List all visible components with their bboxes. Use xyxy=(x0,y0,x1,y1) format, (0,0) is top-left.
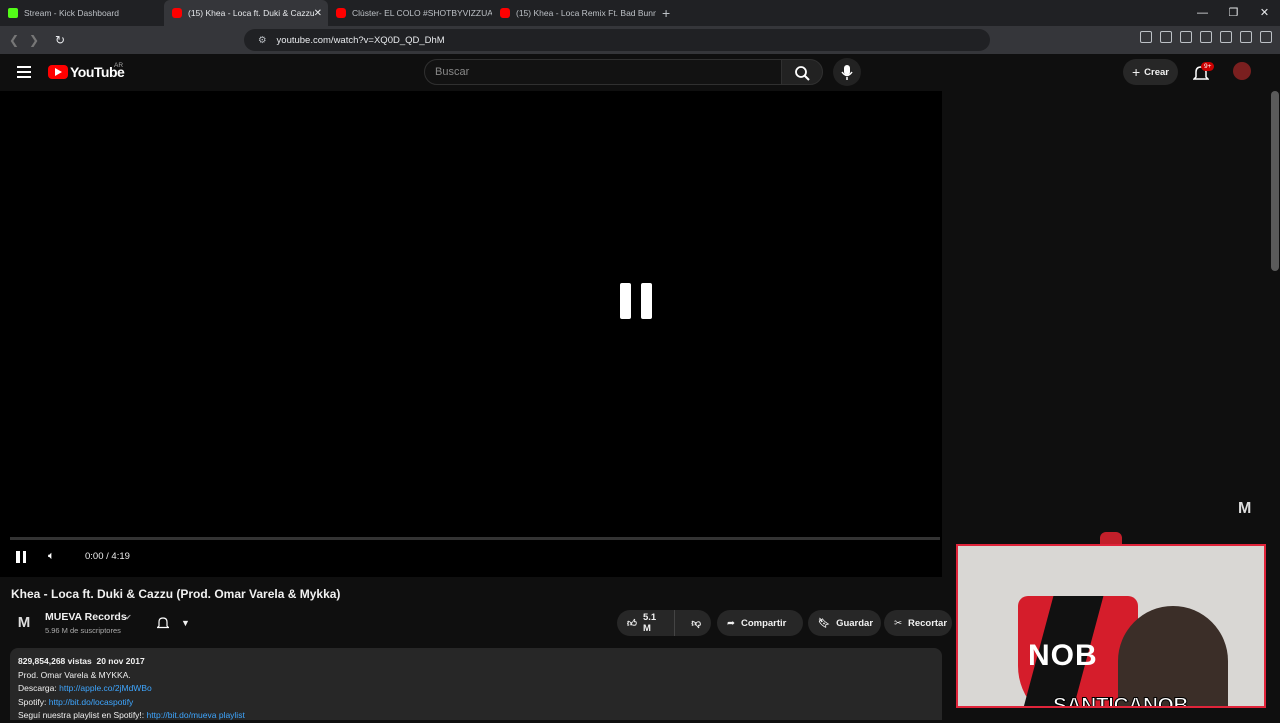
url-text: youtube.com/watch?v=XQ0D_QD_DhM xyxy=(276,34,445,46)
like-button[interactable]: 👍︎ 5.1 M xyxy=(617,610,676,636)
webcam-overlay: NOB SANTICANOB xyxy=(956,544,1266,708)
video-player[interactable] xyxy=(0,91,942,577)
upload-date: 20 nov 2017 xyxy=(96,656,145,666)
clip-button[interactable]: ✂︎ Recortar xyxy=(884,610,952,636)
search-input[interactable]: Buscar xyxy=(424,59,782,85)
apple-music-link[interactable]: http://apple.co/2jMdWBo xyxy=(59,683,152,693)
youtube-icon xyxy=(172,8,182,18)
search-button[interactable] xyxy=(781,59,823,85)
subscriber-count: 5.96 M de suscriptores xyxy=(45,626,121,635)
description-line: Seguí nuestra playlist en Spotify!: http… xyxy=(18,710,245,720)
forward-icon[interactable]: ❯ xyxy=(24,33,44,47)
spotify-link[interactable]: http://bit.do/locaspotify xyxy=(49,697,134,707)
close-window-icon[interactable]: ✕ xyxy=(1249,0,1280,26)
tab-cluster[interactable]: Clúster- EL COLO #SHOTBYVIZZUAL xyxy=(328,0,492,26)
youtube-icon xyxy=(500,8,510,18)
extension-icons xyxy=(1140,31,1272,43)
bookmark-icon: 🔖︎ xyxy=(818,617,831,629)
description-line: Descarga: http://apple.co/2jMdWBo xyxy=(18,683,152,693)
restore-icon[interactable]: ❐ xyxy=(1218,0,1249,26)
tab-khea-loca[interactable]: (15) Khea - Loca ft. Duki & Cazzu ✕ xyxy=(164,0,328,26)
extension-icon[interactable] xyxy=(1160,31,1172,43)
new-tab-icon[interactable]: + xyxy=(662,5,670,21)
tab-label: (15) Khea - Loca ft. Duki & Cazzu xyxy=(188,8,315,18)
close-tab-icon[interactable]: ✕ xyxy=(314,8,322,19)
channel-name[interactable]: MUEVA Records xyxy=(45,611,127,623)
crest-text: NOB xyxy=(1028,639,1098,672)
extension-icon[interactable] xyxy=(1240,31,1252,43)
dislike-button[interactable]: 👎︎ xyxy=(681,610,711,636)
save-button[interactable]: 🔖︎ Guardar xyxy=(808,610,881,636)
volume-icon[interactable]: 🔈︎ xyxy=(48,550,55,563)
youtube-play-icon xyxy=(48,65,68,79)
notification-count-badge: 9+ xyxy=(1201,62,1215,71)
scissors-icon: ✂︎ xyxy=(894,617,902,629)
progress-bar[interactable] xyxy=(10,537,940,540)
youtube-header: YouTube AR Buscar + Crear 9+ xyxy=(0,54,1280,91)
mic-icon xyxy=(841,65,853,80)
search-icon xyxy=(795,66,810,81)
thumbs-up-icon: 👍︎ xyxy=(627,618,637,629)
account-avatar[interactable] xyxy=(1233,62,1251,80)
hamburger-menu-icon[interactable] xyxy=(17,66,31,78)
verified-icon: ✔︎ xyxy=(125,613,132,622)
tab-loca-remix[interactable]: (15) Khea - Loca Remix Ft. Bad Bunny xyxy=(492,0,656,26)
playlist-link[interactable]: http://bit.do/mueva playlist xyxy=(147,710,245,720)
youtube-logo[interactable]: YouTube xyxy=(48,64,125,80)
address-bar[interactable]: ⚙︎ youtube.com/watch?v=XQ0D_QD_DhM xyxy=(244,29,990,51)
streamer-name: SANTICANOB xyxy=(1053,694,1190,708)
thumbs-down-icon: 👎︎ xyxy=(691,618,701,629)
extension-icon[interactable] xyxy=(1180,31,1192,43)
center-pause-icon[interactable] xyxy=(620,283,652,319)
tab-label: (15) Khea - Loca Remix Ft. Bad Bunny xyxy=(516,8,656,18)
page-scrollbar[interactable] xyxy=(1271,91,1279,271)
extension-icon[interactable] xyxy=(1140,31,1152,43)
tab-kick-dashboard[interactable]: Stream - Kick Dashboard xyxy=(0,0,164,26)
view-stats: 829,854,268 vistas 20 nov 2017 xyxy=(18,655,934,669)
subscription-bell-button[interactable]: ▼ xyxy=(151,610,196,636)
video-title: Khea - Loca ft. Duki & Cazzu (Prod. Omar… xyxy=(11,587,341,601)
kick-icon xyxy=(8,8,18,18)
tab-label: Clúster- EL COLO #SHOTBYVIZZUAL xyxy=(352,8,492,18)
browser-toolbar: ❮ ❯ ↻ 🔖︎ ⚙︎ youtube.com/watch?v=XQ0D_QD_… xyxy=(0,26,1280,54)
streamer-person xyxy=(1118,606,1228,706)
view-count: 829,854,268 vistas xyxy=(18,656,92,666)
description-line: Prod. Omar Varela & MYKKA. xyxy=(18,669,131,680)
create-button[interactable]: + Crear xyxy=(1123,59,1178,85)
extension-icon[interactable] xyxy=(1200,31,1212,43)
browser-tab-strip: Stream - Kick Dashboard (15) Khea - Loca… xyxy=(0,0,1280,26)
plus-icon: + xyxy=(1131,64,1141,80)
description-box[interactable]: 829,854,268 vistas 20 nov 2017 Prod. Oma… xyxy=(10,648,942,720)
channel-watermark[interactable]: M xyxy=(1238,500,1251,518)
description-line: Spotify: http://bit.do/locaspotify xyxy=(18,696,134,707)
like-dislike-group: 👍︎ 5.1 M 👎︎ xyxy=(617,610,711,636)
bell-icon xyxy=(157,617,170,629)
time-display: 0:00 / 4:19 xyxy=(85,551,130,562)
share-button[interactable]: ➦ Compartir xyxy=(717,610,803,636)
site-info-icon[interactable]: ⚙︎ xyxy=(258,35,267,46)
pause-button-icon[interactable] xyxy=(16,551,26,563)
voice-search-button[interactable] xyxy=(833,58,861,86)
country-code: AR xyxy=(114,62,124,69)
youtube-icon xyxy=(336,8,346,18)
channel-avatar[interactable]: M xyxy=(12,611,36,635)
menu-icon[interactable] xyxy=(1260,31,1272,43)
chevron-down-icon: ▼ xyxy=(181,618,190,628)
window-controls: — ❐ ✕ xyxy=(1187,0,1280,26)
share-icon: ➦ xyxy=(727,617,735,629)
extension-icon[interactable] xyxy=(1220,31,1232,43)
back-icon[interactable]: ❮ xyxy=(4,33,24,47)
reload-icon[interactable]: ↻ xyxy=(50,33,70,47)
tab-label: Stream - Kick Dashboard xyxy=(24,8,119,18)
minimize-icon[interactable]: — xyxy=(1187,0,1218,26)
